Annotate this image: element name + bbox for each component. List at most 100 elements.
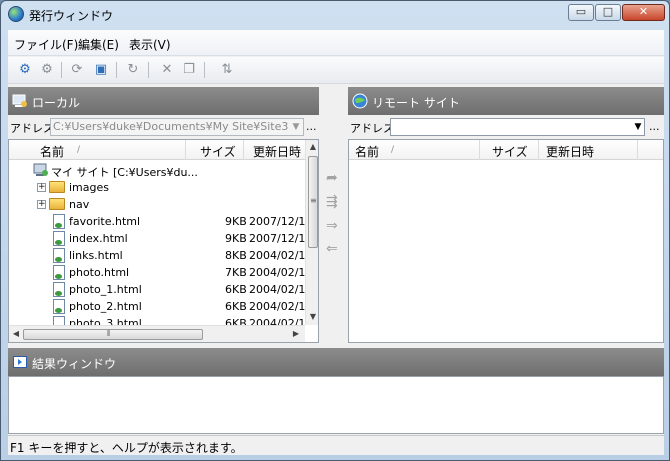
- menu-edit[interactable]: 編集(E): [78, 36, 119, 53]
- disconnect-icon[interactable]: ⚙: [38, 61, 56, 79]
- file-modified: 2004/02/1: [249, 266, 306, 279]
- column-divider: [637, 140, 638, 160]
- local-column-header: 名前 / サイズ 更新日時: [9, 140, 305, 160]
- file-row[interactable]: links.html 8KB 2004/02/1: [9, 247, 305, 264]
- tree-folder[interactable]: + images: [9, 179, 305, 196]
- toolbar-separator: [148, 62, 149, 78]
- file-modified: 2004/02/1: [249, 317, 305, 325]
- folder-name: nav: [69, 198, 90, 211]
- file-size: 6KB: [225, 283, 247, 296]
- file-name: photo_1.html: [69, 283, 142, 296]
- remote-site-icon: [352, 93, 368, 109]
- file-name: photo_3.html: [69, 317, 142, 325]
- menu-bar: ファイル(F) 編集(E) 表示(V): [8, 30, 664, 56]
- local-horizontal-scrollbar[interactable]: ◀ ⦀ ▶: [9, 325, 305, 342]
- copy-icon[interactable]: ❐: [180, 61, 198, 79]
- toolbar: ⚙ ⚙ ⟳ ▣ ↻ ✕ ❐ ⇅: [8, 57, 664, 84]
- remote-address-input[interactable]: [390, 118, 645, 136]
- grip-icon: ⦀: [107, 329, 111, 338]
- file-modified: 2007/12/1: [249, 232, 306, 245]
- remote-col-size[interactable]: サイズ: [492, 143, 528, 160]
- upload-icon[interactable]: ➦: [326, 170, 338, 186]
- file-row[interactable]: photo_2.html 6KB 2004/02/1: [9, 298, 305, 315]
- remote-address-dropdown-icon[interactable]: ▼: [631, 119, 645, 135]
- column-divider: [243, 140, 244, 160]
- refresh-remote-icon[interactable]: ⟳: [68, 61, 86, 79]
- file-row[interactable]: index.html 9KB 2007/12/1: [9, 230, 305, 247]
- local-address-input[interactable]: C:¥Users¥duke¥Documents¥My Site¥Site3: [50, 118, 304, 136]
- close-button[interactable]: ✕: [622, 4, 665, 21]
- file-size: 6KB: [225, 317, 247, 325]
- local-address-dropdown-icon[interactable]: ▼: [289, 119, 303, 135]
- file-row[interactable]: favorite.html 9KB 2007/12/1: [9, 213, 305, 230]
- tree-folder[interactable]: + nav: [9, 196, 305, 213]
- local-col-size[interactable]: サイズ: [200, 143, 236, 160]
- column-divider: [538, 140, 539, 160]
- html-file-icon: [53, 265, 65, 280]
- sync-icon[interactable]: ⇅: [218, 61, 236, 79]
- scroll-up-icon[interactable]: ▲: [306, 142, 318, 151]
- sync-icon[interactable]: ⇶: [326, 194, 338, 210]
- view-server-icon[interactable]: ▣: [92, 61, 110, 79]
- results-output: [8, 376, 664, 434]
- remote-column-header: 名前 / サイズ 更新日時: [349, 140, 663, 160]
- remote-panel-title: リモート サイト: [372, 96, 460, 110]
- scroll-thumb[interactable]: [23, 329, 203, 340]
- results-icon: [12, 354, 28, 370]
- remote-col-name[interactable]: 名前: [355, 143, 379, 160]
- file-modified: 2004/02/1: [249, 249, 306, 262]
- file-modified: 2007/12/1: [249, 215, 306, 228]
- tree-root-label: マイ サイト [C:¥Users¥du...: [51, 166, 198, 179]
- move-left-icon[interactable]: ⇐: [326, 241, 338, 257]
- globe-icon: [8, 6, 24, 22]
- remote-panel-header: リモート サイト: [348, 87, 664, 115]
- html-file-icon: [53, 282, 65, 297]
- window-title: 発行ウィンドウ: [29, 9, 114, 23]
- expand-icon[interactable]: +: [37, 183, 46, 192]
- column-divider: [185, 140, 186, 160]
- menu-view[interactable]: 表示(V): [129, 36, 171, 53]
- tree-root[interactable]: マイ サイト [C:¥Users¥du...: [9, 162, 305, 179]
- local-browse-button[interactable]: ...: [306, 120, 317, 133]
- file-size: 8KB: [225, 249, 247, 262]
- publish-window: 発行ウィンドウ ▭ □ ✕ ファイル(F) 編集(E) 表示(V) ⚙ ⚙ ⟳ …: [0, 0, 670, 461]
- minimize-button[interactable]: ▭: [568, 4, 594, 21]
- file-size: 9KB: [225, 215, 247, 228]
- remote-browse-button[interactable]: ...: [649, 120, 660, 133]
- local-vertical-scrollbar[interactable]: ▲ ≡ ▼: [305, 140, 318, 325]
- results-panel-title: 結果ウィンドウ: [32, 357, 117, 371]
- client-area: ファイル(F) 編集(E) 表示(V) ⚙ ⚙ ⟳ ▣ ↻ ✕ ❐ ⇅ ローカル: [8, 30, 664, 455]
- title-bar: 発行ウィンドウ ▭ □ ✕: [1, 1, 669, 29]
- local-col-modified[interactable]: 更新日時: [253, 143, 301, 160]
- local-col-name[interactable]: 名前: [40, 143, 64, 160]
- html-file-icon: [53, 214, 65, 229]
- scroll-right-icon[interactable]: ▶: [291, 329, 301, 338]
- grip-icon: ≡: [310, 196, 317, 205]
- file-size: 6KB: [225, 300, 247, 313]
- toolbar-separator: [61, 62, 62, 78]
- scroll-down-icon[interactable]: ▼: [306, 312, 318, 321]
- file-modified: 2004/02/1: [249, 283, 306, 296]
- local-computer-icon: [12, 93, 28, 109]
- scroll-left-icon[interactable]: ◀: [11, 329, 21, 338]
- expand-icon[interactable]: +: [37, 200, 46, 209]
- sort-arrow-icon: /: [391, 145, 395, 155]
- move-right-icon[interactable]: ⇒: [326, 218, 338, 234]
- local-panel-title: ローカル: [32, 96, 81, 110]
- menu-file[interactable]: ファイル(F): [14, 36, 78, 53]
- delete-icon[interactable]: ✕: [158, 61, 176, 79]
- connect-icon[interactable]: ⚙: [16, 61, 34, 79]
- remote-col-modified[interactable]: 更新日時: [546, 143, 594, 160]
- folder-icon: [49, 198, 65, 210]
- toolbar-separator: [116, 62, 117, 78]
- file-row[interactable]: photo.html 7KB 2004/02/1: [9, 264, 305, 281]
- html-file-icon: [53, 299, 65, 314]
- file-name: photo.html: [69, 266, 130, 279]
- maximize-button[interactable]: □: [595, 4, 621, 21]
- refresh-icon[interactable]: ↻: [124, 61, 142, 79]
- file-row[interactable]: photo_1.html 6KB 2004/02/1: [9, 281, 305, 298]
- toolbar-separator: [204, 62, 205, 78]
- file-name: photo_2.html: [69, 300, 142, 313]
- file-row[interactable]: photo_3.html 6KB 2004/02/1: [9, 315, 305, 325]
- local-address-label: アドレス: [10, 122, 54, 135]
